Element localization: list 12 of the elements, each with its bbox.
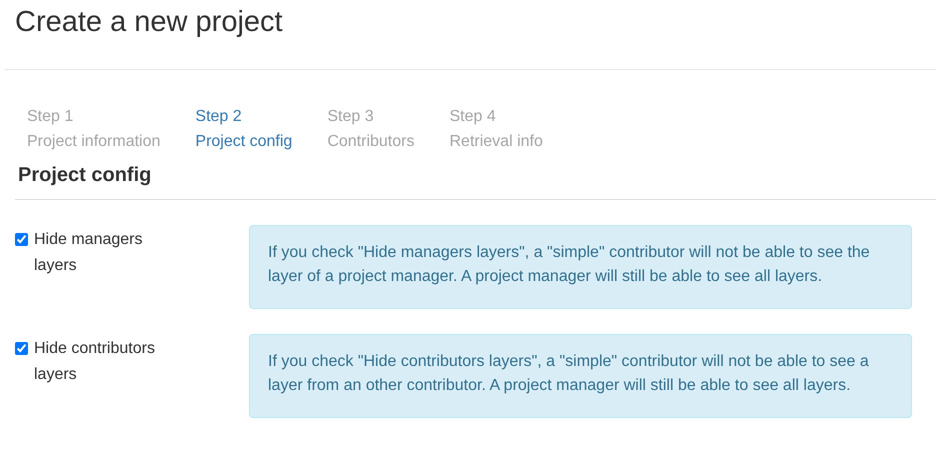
wizard-step[interactable]: Step 4 Retrieval info [449,104,543,154]
wizard-step[interactable]: Step 1 Project information [27,104,160,154]
info-alert: If you check "Hide managers layers", a "simple" contributor will not be able to see the layer of a project manager. A project manager will still be able to see all layers. [249,225,912,309]
page-title: Create a new project [5,0,936,70]
checkbox-label: Hide managers layers [34,230,144,276]
wizard-step[interactable]: Step 2 Project config [195,104,292,154]
checkbox-label: Hide contributors layers [34,339,156,385]
info-alert: If you check "Hide contributors layers", a "simple" contributor will not be able to see a layer from an other contributor. A project manager will still be able to see all layers. [249,334,912,418]
wizard-step[interactable]: Step 3 Contributors [327,104,414,154]
section-title: Project config [15,164,936,200]
checkbox[interactable] [15,233,28,246]
checkbox[interactable] [15,342,28,355]
